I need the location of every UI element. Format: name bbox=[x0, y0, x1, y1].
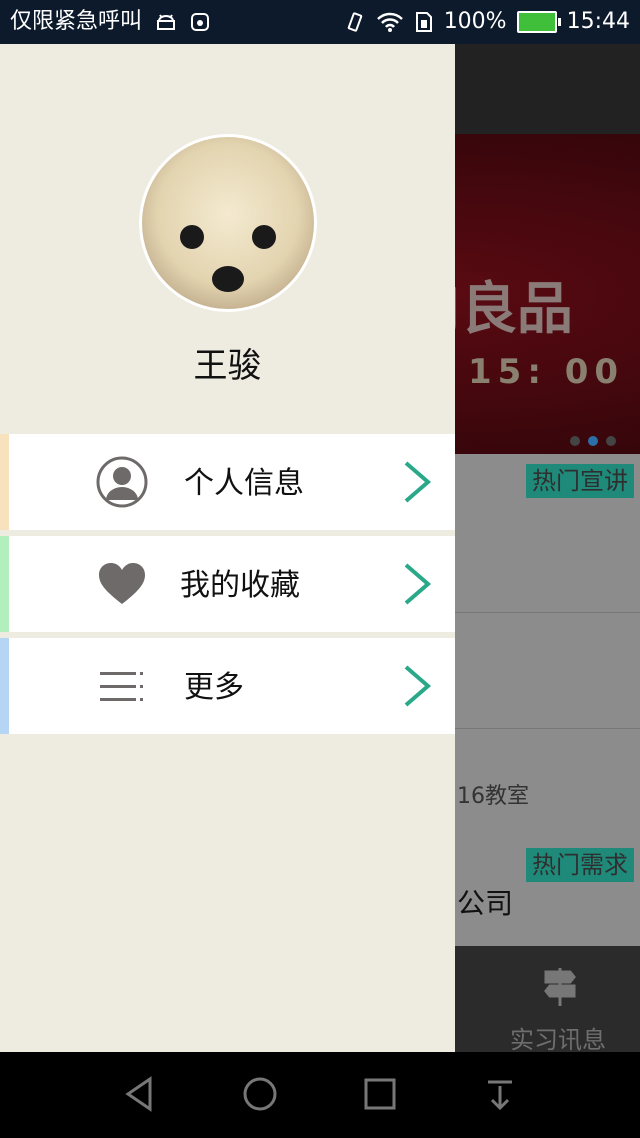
chevron-right-icon bbox=[404, 665, 432, 707]
status-bar: 仅限紧急呼叫 100% 15:44 bbox=[0, 0, 640, 44]
carousel-dot bbox=[606, 436, 616, 446]
divider bbox=[455, 612, 640, 613]
tab-internship-label: 实习讯息 bbox=[510, 1026, 606, 1054]
banner-title: J良品 bbox=[440, 277, 573, 342]
bg-company-text: 公司 bbox=[457, 887, 514, 920]
heart-icon bbox=[99, 563, 145, 604]
menu-label-favorites: 我的收藏 bbox=[180, 568, 300, 603]
divider bbox=[455, 728, 640, 729]
clock: 15:44 bbox=[566, 9, 630, 34]
carousel-dot-active bbox=[588, 436, 598, 446]
menu-item-profile[interactable]: 个人信息 bbox=[0, 434, 455, 530]
username: 王骏 bbox=[193, 346, 262, 386]
navigation-drawer: 王骏 个人信息 我的收藏 更多 bbox=[0, 44, 455, 1052]
carousel-dots bbox=[570, 436, 616, 446]
recents-icon[interactable] bbox=[360, 1074, 400, 1114]
battery-icon bbox=[516, 11, 561, 33]
chevron-right-icon bbox=[404, 563, 432, 605]
signpost-icon bbox=[538, 964, 582, 1017]
banner-time: 15: 00 bbox=[468, 352, 625, 392]
person-icon bbox=[96, 456, 148, 508]
dog-avatar-image bbox=[180, 225, 276, 292]
menu-accent-bar bbox=[0, 638, 9, 734]
menu-item-more[interactable]: 更多 bbox=[0, 638, 455, 734]
back-icon[interactable] bbox=[120, 1074, 160, 1114]
notification-icon bbox=[191, 13, 210, 31]
sim-icon bbox=[415, 12, 432, 32]
system-nav-bar bbox=[0, 1052, 640, 1138]
tag-hot-demand: 热门需求 bbox=[526, 848, 634, 882]
avatar[interactable] bbox=[139, 134, 317, 312]
home-icon[interactable] bbox=[240, 1074, 280, 1114]
chevron-right-icon bbox=[404, 461, 432, 503]
bg-row-text: 16教室 bbox=[457, 784, 529, 809]
status-left: 仅限紧急呼叫 bbox=[10, 6, 210, 38]
menu-accent-bar bbox=[0, 536, 9, 632]
menu-accent-bar bbox=[0, 434, 9, 530]
menu-item-favorites[interactable]: 我的收藏 bbox=[0, 536, 455, 632]
menu-label-profile: 个人信息 bbox=[184, 466, 304, 501]
battery-percent: 100% bbox=[443, 9, 507, 34]
wifi-icon bbox=[376, 12, 403, 32]
android-icon bbox=[157, 14, 176, 30]
menu-label-more: 更多 bbox=[184, 670, 244, 705]
list-icon bbox=[100, 672, 143, 701]
status-right: 100% 15:44 bbox=[344, 6, 630, 38]
carousel-dot bbox=[570, 436, 580, 446]
carrier-text: 仅限紧急呼叫 bbox=[10, 9, 143, 34]
vibrate-icon bbox=[347, 12, 362, 32]
tag-hot-talk: 热门宣讲 bbox=[526, 464, 634, 498]
notification-pulldown-icon[interactable] bbox=[480, 1074, 520, 1114]
